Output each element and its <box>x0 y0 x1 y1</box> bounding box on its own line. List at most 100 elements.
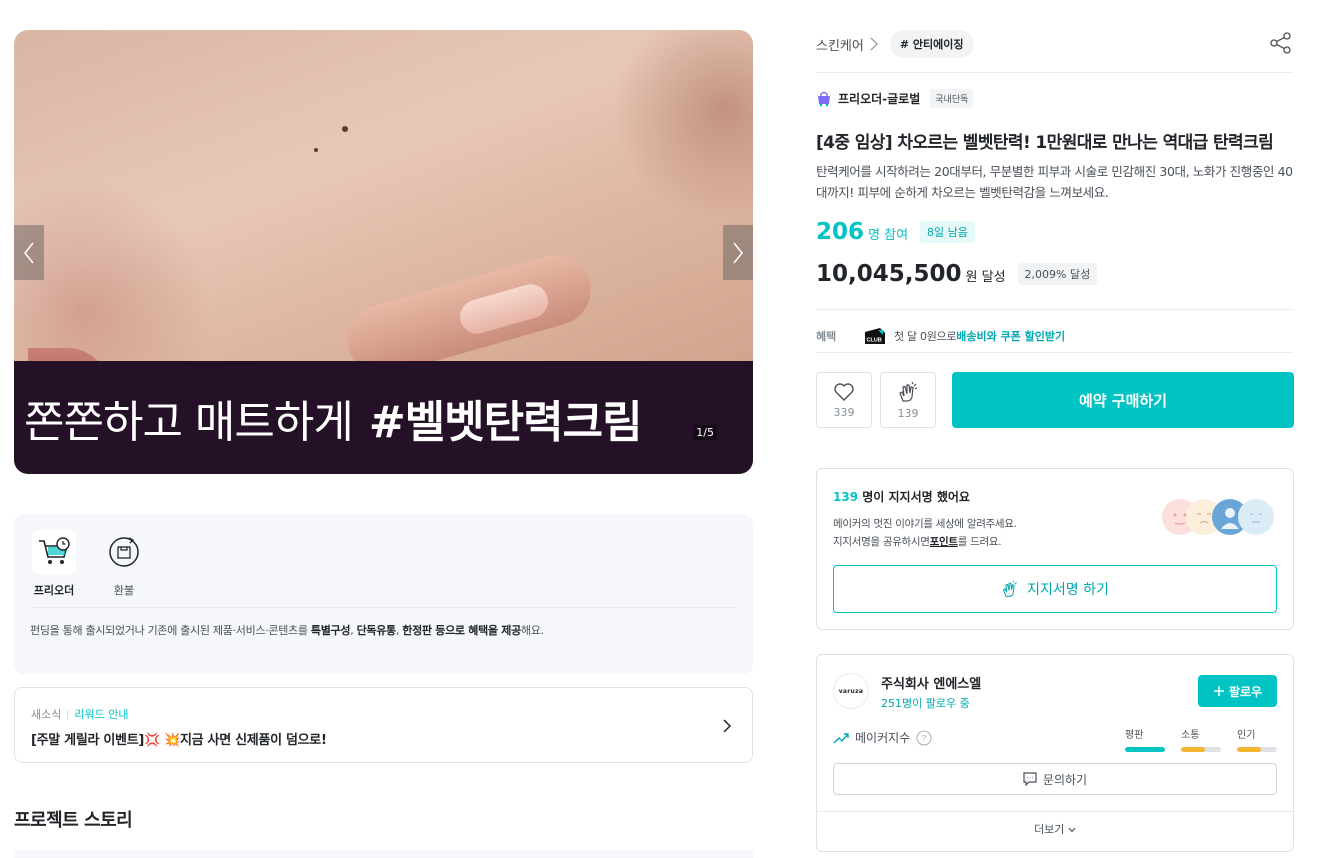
amount-value: 10,045,500 <box>816 261 962 287</box>
inquiry-label: 문의하기 <box>1042 772 1088 787</box>
clap-icon <box>899 381 918 402</box>
like-button[interactable]: 339 <box>816 372 872 428</box>
news-tag: 리워드 안내 <box>74 708 129 721</box>
news-tag: 새소식 <box>31 708 62 721</box>
mole-dot <box>314 148 318 152</box>
desc-text: 펀딩을 통해 출시되었거나 기존에 출시된 제품·서비스·콘텐츠를 <box>30 624 311 637</box>
desc-bold: 특별구성 <box>310 624 351 637</box>
next-slide-button[interactable] <box>723 225 753 280</box>
store-icon <box>818 91 830 106</box>
participants-stat: 206 명 참여 8일 남음 <box>816 219 975 246</box>
more-button[interactable]: 더보기 <box>817 821 1293 837</box>
metric-reputation: 평판 <box>1125 726 1165 752</box>
divider <box>30 607 737 608</box>
product-description: 탄력케어를 시작하려는 20대부터, 무분별한 피부과 시술로 민감해진 30대… <box>816 164 1293 200</box>
share-icon <box>1270 32 1291 54</box>
metric-label: 소통 <box>1181 730 1200 741</box>
banner-text-light: 쫀쫀하고 매트하게 <box>24 396 354 448</box>
hero-banner: 쫀쫀하고 매트하게 #벨벳탄력크림 <box>14 361 753 474</box>
clap-icon <box>1002 580 1018 597</box>
prev-slide-button[interactable] <box>14 225 44 280</box>
store-name[interactable]: 프리오더-글로벌 <box>838 90 920 107</box>
chat-icon <box>1023 772 1037 786</box>
maker-metrics: 평판 소통 인기 <box>1125 726 1277 752</box>
news-card[interactable]: 새소식 리워드 안내 [주말 게릴라 이벤트]💢 💥지금 사면 신제품이 덤으로! <box>14 687 753 763</box>
cheer-button[interactable]: 139 <box>880 372 936 428</box>
cart-clock-icon <box>32 530 76 574</box>
desc-bold: 한정판 등으로 혜택을 제공 <box>402 624 521 637</box>
more-label: 더보기 <box>1034 823 1065 836</box>
support-description: 메이커의 멋진 이야기를 세상에 알려주세요. 지지서명을 공유하시면포인트를 … <box>833 515 1017 551</box>
share-button[interactable] <box>1270 32 1292 58</box>
breadcrumb-category[interactable]: 스킨케어 <box>816 35 864 54</box>
support-sign-button[interactable]: 지지서명 하기 <box>833 565 1277 613</box>
days-left-badge: 8일 남음 <box>920 221 975 243</box>
participants-count: 206 <box>816 219 865 245</box>
info-item-preorder[interactable]: 프리오더 <box>30 530 78 598</box>
metric-bar <box>1181 747 1221 752</box>
svg-text:?: ? <box>921 733 926 743</box>
benefit-label: 혜택 <box>816 330 837 343</box>
like-count: 339 <box>833 405 855 419</box>
participants-unit: 명 참여 <box>868 228 909 243</box>
metric-fill <box>1125 747 1165 752</box>
percent-badge: 2,009% 달성 <box>1017 263 1098 285</box>
inquiry-button[interactable]: 문의하기 <box>833 763 1277 795</box>
tag-chip[interactable]: # 안티에이징 <box>889 30 974 58</box>
face-avatar-lightblue <box>1238 499 1274 535</box>
desc-bold: 단독유통 <box>356 624 397 637</box>
reserve-purchase-button[interactable]: 예약 구매하기 <box>952 372 1294 428</box>
store-badge-line: 프리오더-글로벌 국내단독 <box>816 89 974 108</box>
metric-label: 인기 <box>1237 730 1256 741</box>
benefit-link[interactable]: 배송비와 쿠폰 할인받기 <box>956 328 1065 344</box>
support-headline: 139 명이 지지서명 했어요 <box>833 488 970 505</box>
benefit-text: 첫 달 0원으로 <box>894 330 957 343</box>
metric-popularity: 인기 <box>1237 726 1277 752</box>
metric-label: 평판 <box>1125 730 1144 741</box>
ear-shading <box>603 30 753 230</box>
maker-name[interactable]: 주식회사 엔에스엘 <box>881 673 981 692</box>
benefit-row: 혜택 CLUB 첫 달 0원으로 배송비와 쿠폰 할인받기 <box>816 327 1065 345</box>
support-point-text: 포인트 <box>929 536 958 548</box>
follow-button[interactable]: 팔로우 <box>1198 675 1277 707</box>
help-icon[interactable]: ? <box>916 729 932 746</box>
exclusive-badge: 국내단독 <box>930 89 974 108</box>
news-title: [주말 게릴라 이벤트]💢 💥지금 사면 신제품이 덤으로! <box>31 733 327 748</box>
maker-info-card: varuza 주식회사 엔에스엘 251명이 팔로우 중 팔로우 메이커지수 ?… <box>816 654 1294 852</box>
divider <box>816 72 1294 73</box>
metric-communication: 소통 <box>1181 726 1221 752</box>
support-head-text: 명이 지지서명 했어요 <box>858 490 970 504</box>
cheer-count: 139 <box>897 406 919 420</box>
support-sub-line: 지지서명을 공유하시면포인트를 드려요. <box>833 533 1017 551</box>
chevron-left-icon <box>24 242 34 263</box>
divider <box>816 309 1294 310</box>
maker-logo[interactable]: varuza <box>833 673 869 709</box>
chevron-down-icon <box>1068 827 1076 833</box>
chevron-right-icon <box>870 37 878 51</box>
news-tags: 새소식 리워드 안내 <box>31 706 128 722</box>
club-icon: CLUB <box>865 328 885 344</box>
funding-type-description: 펀딩을 통해 출시되었거나 기존에 출시된 제품·서비스·콘텐츠를 특별구성, … <box>30 622 544 638</box>
info-item-refund[interactable]: 환불 <box>100 530 148 598</box>
info-item-label: 프리오더 <box>33 584 75 597</box>
metric-bar <box>1125 747 1165 752</box>
metric-bar <box>1237 747 1277 752</box>
section-title: 프로젝트 스토리 <box>14 810 133 831</box>
supporter-faces <box>1162 499 1277 537</box>
club-text: CLUB <box>867 338 882 344</box>
banner-text-bold: #벨벳탄력크림 <box>368 396 643 448</box>
divider <box>816 352 1294 353</box>
funding-type-info: 프리오더 환불 펀딩을 통해 출시되었거나 기존에 출시된 제품·서비스·콘텐츠… <box>14 514 753 674</box>
support-sub-text: 지지서명을 공유하시면 <box>833 536 930 548</box>
breadcrumb: 스킨케어 # 안티에이징 <box>816 30 974 58</box>
support-sub-text: 를 드려요. <box>957 536 1002 548</box>
maker-index-label: 메이커지수 <box>855 731 911 745</box>
follow-label: 팔로우 <box>1228 684 1263 699</box>
slide-counter: 1/5 <box>693 425 717 440</box>
product-image-carousel[interactable]: 쫀쫀하고 매트하게 #벨벳탄력크림 1/5 <box>14 30 753 474</box>
amount-unit: 원 달성 <box>965 270 1006 285</box>
support-count: 139 <box>833 490 859 504</box>
chevron-right-icon <box>723 719 732 733</box>
support-sub-line: 메이커의 멋진 이야기를 세상에 알려주세요. <box>833 518 1017 530</box>
chevron-right-icon <box>733 242 743 263</box>
